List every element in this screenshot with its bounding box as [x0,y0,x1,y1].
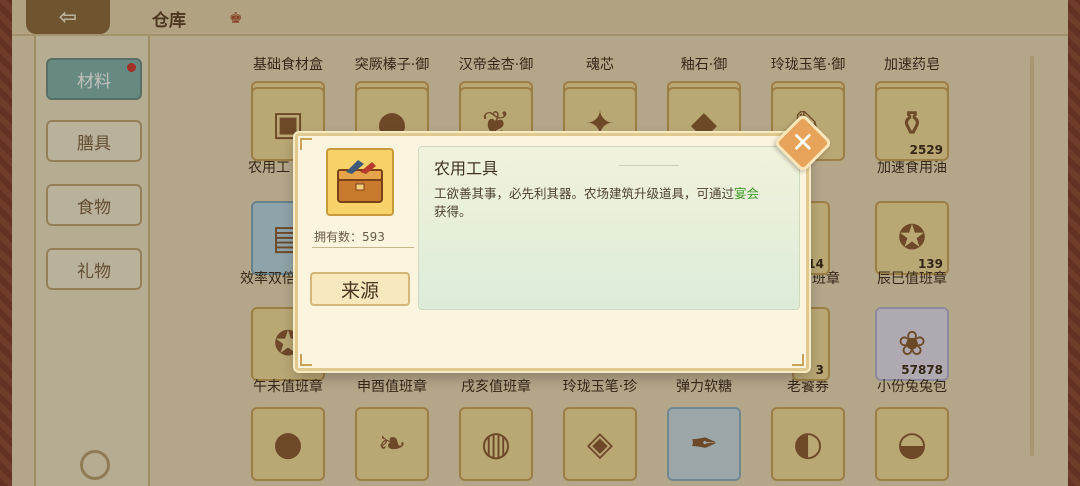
corner-ornament [792,354,804,366]
close-icon: ✕ [791,126,815,159]
divider [619,165,679,166]
description-text: 工欲善其事，必先利其器。农场建筑升级道具，可通过 [434,186,735,201]
source-button[interactable]: 来源 [310,272,410,306]
banquet-link[interactable]: 宴会 [734,186,759,201]
item-description: 工欲善其事，必先利其器。农场建筑升级道具，可通过宴会获得。 [434,185,790,221]
item-icon-frame [326,148,394,216]
owned-count: 拥有数：593 [312,228,414,248]
item-detail-popup: 拥有数：593 来源 农用工具 工欲善其事，必先利其器。农场建筑升级道具，可通过… [295,133,809,371]
toolbox-icon [337,160,383,203]
corner-ornament [300,354,312,366]
description-panel: 农用工具 工欲善其事，必先利其器。农场建筑升级道具，可通过宴会获得。 [418,146,800,310]
description-tail: 获得。 [434,204,472,219]
item-title: 农用工具 [434,159,499,178]
corner-ornament [300,138,312,150]
